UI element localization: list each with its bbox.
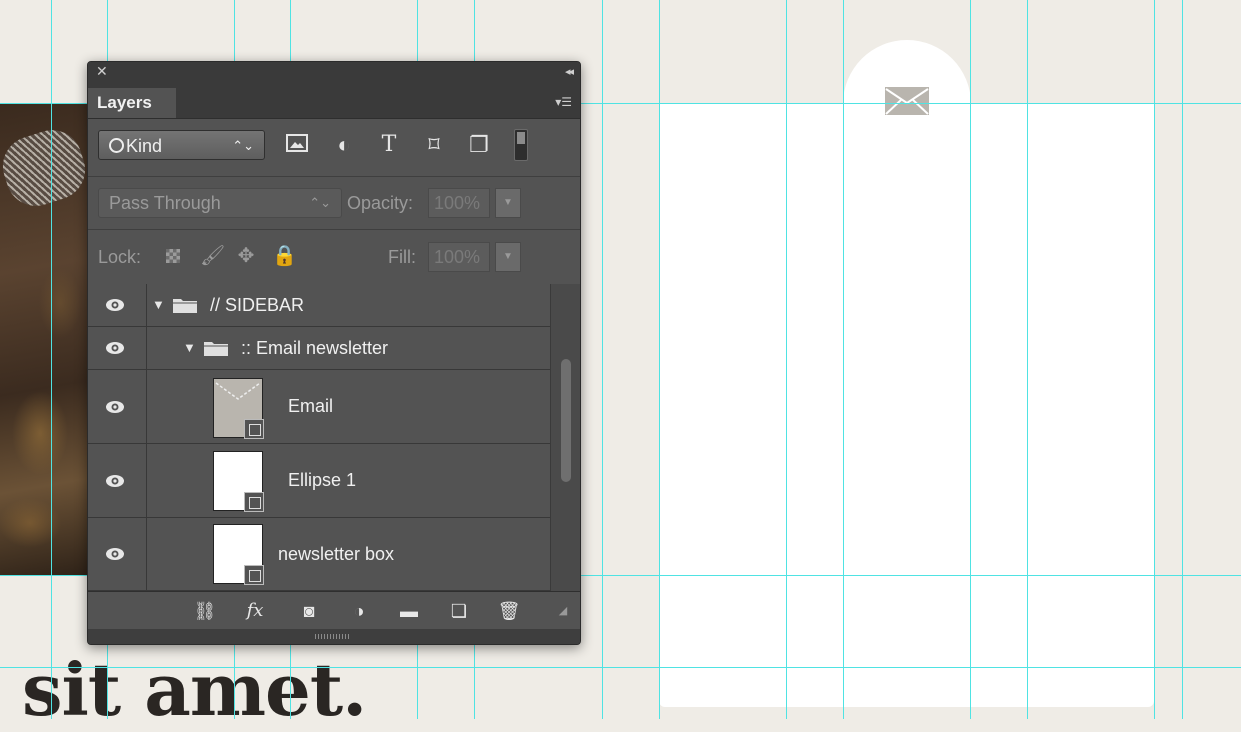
shape-layer-badge-icon: [244, 419, 264, 439]
guide-vertical: [1182, 0, 1183, 719]
visibility-column[interactable]: [88, 370, 147, 443]
layer-row[interactable]: ▼ // SIDEBAR: [88, 284, 550, 327]
panel-footer: ⛓ fx ◙ ◑ ▬ ❏ 🗑 ◢: [88, 591, 580, 630]
layer-list-scrollbar[interactable]: [550, 284, 580, 591]
collapse-panel-icon[interactable]: ◂◂: [565, 65, 574, 78]
eye-icon[interactable]: [105, 400, 125, 414]
opacity-label: Opacity:: [347, 193, 414, 213]
layer-thumbnail[interactable]: [213, 378, 264, 439]
layer-thumbnail[interactable]: [213, 524, 264, 585]
layer-list: ▼ // SIDEBAR ▼ :: Email newsletter Email: [88, 284, 550, 591]
shape-layer-badge-icon: [244, 492, 264, 512]
layer-row[interactable]: ▼ :: Email newsletter: [88, 327, 550, 370]
visibility-column[interactable]: [88, 518, 147, 590]
fill-label: Fill:: [388, 247, 416, 267]
shape-filter-icon[interactable]: ⌑: [422, 132, 446, 158]
lock-label: Lock:: [98, 247, 142, 267]
close-icon[interactable]: ✕: [96, 63, 108, 80]
resize-grip-icon[interactable]: ◢: [550, 598, 576, 624]
fill-dropdown-button[interactable]: ▼: [495, 242, 521, 272]
new-group-icon[interactable]: ▬: [396, 598, 422, 624]
layer-mask-icon[interactable]: ◙: [296, 598, 322, 624]
eye-icon[interactable]: [105, 547, 125, 561]
layer-row[interactable]: Ellipse 1: [88, 444, 550, 518]
search-icon: [109, 138, 124, 153]
canvas-heading: sit amet.: [22, 647, 367, 732]
layer-row[interactable]: Email: [88, 370, 550, 444]
guide-vertical: [602, 0, 603, 719]
select-arrows-icon: ⌃⌄: [309, 195, 331, 210]
guide-vertical: [1154, 0, 1155, 719]
blend-row: Pass Through ⌃⌄ Opacity: 100% ▼: [88, 177, 580, 230]
eye-icon[interactable]: [105, 474, 125, 488]
panel-menu-icon[interactable]: ▾☰: [555, 95, 572, 109]
blend-mode-select[interactable]: Pass Through ⌃⌄: [98, 188, 342, 218]
smart-object-filter-icon[interactable]: ❐: [467, 132, 491, 158]
layer-name[interactable]: newsletter box: [278, 544, 394, 565]
lock-transparent-pixels-icon[interactable]: [166, 249, 180, 263]
layer-effects-icon[interactable]: fx: [242, 598, 268, 624]
filter-toggle-switch[interactable]: [514, 129, 528, 161]
lock-position-icon[interactable]: ✥: [234, 242, 258, 270]
lock-all-icon[interactable]: 🔒: [272, 242, 297, 270]
layer-name[interactable]: Email: [288, 396, 333, 417]
eye-icon[interactable]: [105, 341, 125, 355]
photo-spring-detail: [0, 122, 93, 214]
envelope-icon: [885, 87, 929, 115]
image-filter-icon[interactable]: [285, 132, 309, 158]
layer-thumbnail[interactable]: [213, 451, 264, 512]
fill-input[interactable]: 100%: [428, 242, 490, 272]
panel-resize-grip[interactable]: [88, 629, 580, 644]
filter-kind-select[interactable]: Kind ⌃⌄: [98, 130, 265, 160]
adjustment-layer-icon[interactable]: ◑: [346, 598, 372, 624]
newsletter-box: [659, 103, 1154, 707]
opacity-dropdown-button[interactable]: ▼: [495, 188, 521, 218]
folder-icon: [204, 342, 228, 356]
layer-row[interactable]: newsletter box: [88, 518, 550, 591]
lock-image-pixels-icon[interactable]: 🖌: [200, 242, 225, 270]
type-filter-icon[interactable]: T: [377, 132, 401, 158]
shape-layer-badge-icon: [244, 565, 264, 585]
filter-row: Kind ⌃⌄ ◐ T ⌑ ❐: [88, 119, 580, 177]
layers-panel: ✕ ◂◂ Layers ▾☰ Kind ⌃⌄ ◐ T ⌑ ❐ Pass Thro…: [87, 61, 581, 645]
tab-layers[interactable]: Layers: [88, 88, 176, 118]
lock-row: Lock: 🖌 ✥ 🔒 Fill: 100% ▼: [88, 230, 580, 285]
trash-icon[interactable]: 🗑: [496, 598, 522, 624]
scrollbar-thumb[interactable]: [561, 359, 571, 482]
adjustment-filter-icon[interactable]: ◐: [332, 132, 356, 158]
visibility-column[interactable]: [88, 327, 147, 369]
layer-name[interactable]: // SIDEBAR: [210, 295, 304, 316]
envelope-thumbnail-icon: [215, 382, 261, 400]
layer-name[interactable]: :: Email newsletter: [241, 338, 388, 359]
folder-icon: [173, 299, 197, 313]
filter-kind-label: Kind: [126, 136, 163, 156]
layer-name[interactable]: Ellipse 1: [288, 470, 356, 491]
link-layers-icon[interactable]: ⛓: [192, 598, 218, 624]
visibility-column[interactable]: [88, 444, 147, 517]
new-layer-icon[interactable]: ❏: [446, 598, 472, 624]
eye-icon[interactable]: [105, 298, 125, 312]
background-photo: [0, 103, 95, 575]
select-arrows-icon: ⌃⌄: [232, 138, 254, 153]
panel-tabbar: Layers ▾☰: [88, 88, 580, 119]
expand-triangle-icon[interactable]: ▼: [152, 297, 165, 312]
opacity-input[interactable]: 100%: [428, 188, 490, 218]
expand-triangle-icon[interactable]: ▼: [183, 340, 196, 355]
visibility-column[interactable]: [88, 284, 147, 326]
panel-titlebar[interactable]: ✕ ◂◂: [88, 62, 580, 88]
blend-mode-value: Pass Through: [109, 193, 221, 213]
